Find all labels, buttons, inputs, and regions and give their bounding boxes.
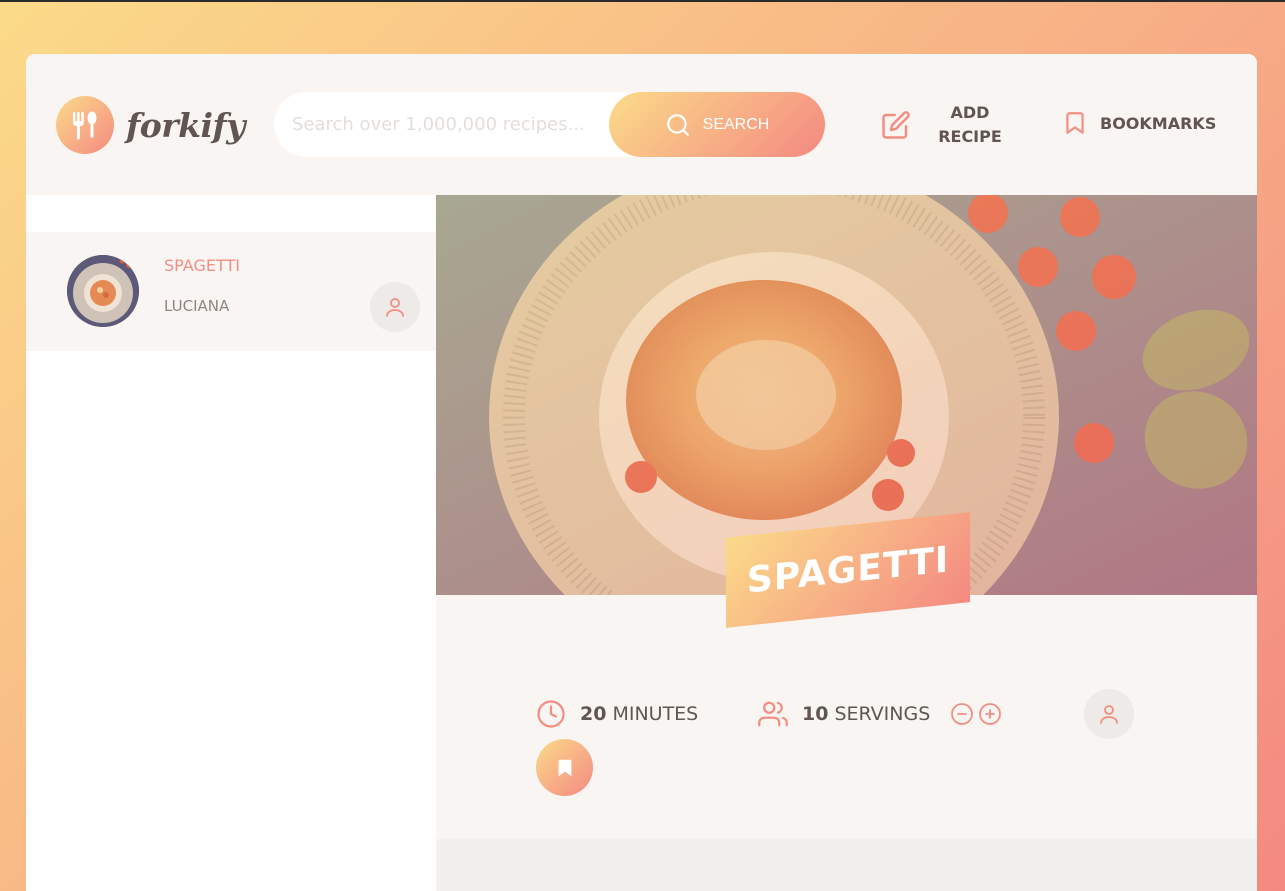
result-title: SPAGETTI xyxy=(164,256,240,275)
clock-icon xyxy=(537,700,565,728)
plus-circle-icon xyxy=(979,703,1002,725)
bookmark-fill-icon xyxy=(558,759,571,776)
add-recipe-button[interactable]: ADD RECIPE xyxy=(881,100,1005,150)
recipe-title: SPAGETTI xyxy=(746,538,950,602)
ingredients-section xyxy=(436,839,1257,891)
user-icon xyxy=(386,298,404,317)
search-results: SPAGETTI LUCIANA xyxy=(26,195,436,891)
search-input[interactable] xyxy=(292,114,610,135)
add-recipe-label: ADD RECIPE xyxy=(938,103,1002,146)
user-icon xyxy=(1100,705,1118,724)
servings-unit: SERVINGS xyxy=(834,703,931,725)
cooking-time-unit: MINUTES xyxy=(612,703,699,725)
increase-servings-button[interactable] xyxy=(978,702,1002,726)
user-generated-badge xyxy=(370,282,420,332)
bookmarks-label: BOOKMARKS xyxy=(1100,113,1217,133)
recipe-view: SPAGETTI 20 MINUTES 10 SERVINGS xyxy=(436,195,1257,891)
servings-value: 10 xyxy=(802,703,829,725)
result-publisher: LUCIANA xyxy=(164,297,230,315)
window-top-border xyxy=(0,0,1285,2)
recipe-user-generated-badge xyxy=(1084,689,1134,739)
result-item[interactable]: SPAGETTI LUCIANA xyxy=(26,232,436,351)
bookmark-recipe-button[interactable] xyxy=(536,739,593,796)
decrease-servings-button[interactable] xyxy=(950,702,974,726)
minus-circle-icon xyxy=(951,703,974,725)
header: forkify SEARCH ADD RECIPE BOOKMARKS xyxy=(26,54,1257,195)
search-button[interactable]: SEARCH xyxy=(609,92,825,157)
search-button-label: SEARCH xyxy=(702,115,770,133)
servings-buttons xyxy=(950,702,1002,726)
edit-icon xyxy=(882,111,910,139)
logo[interactable]: forkify xyxy=(56,96,245,154)
bookmarks-button[interactable]: BOOKMARKS xyxy=(1062,108,1216,138)
recipe-details: 20 MINUTES 10 SERVINGS xyxy=(536,689,1156,805)
search-icon xyxy=(666,113,689,136)
bookmark-icon xyxy=(1066,112,1084,134)
fork-spoon-icon xyxy=(56,96,114,154)
result-thumbnail xyxy=(67,255,139,327)
users-icon xyxy=(758,701,788,727)
cooking-time: 20 MINUTES xyxy=(536,699,698,729)
app-container: forkify SEARCH ADD RECIPE BOOKMARKS xyxy=(26,54,1257,891)
servings: 10 SERVINGS xyxy=(758,699,1002,729)
logo-text: forkify xyxy=(126,105,245,145)
search-form: SEARCH xyxy=(274,92,825,157)
cooking-time-value: 20 xyxy=(580,703,607,725)
